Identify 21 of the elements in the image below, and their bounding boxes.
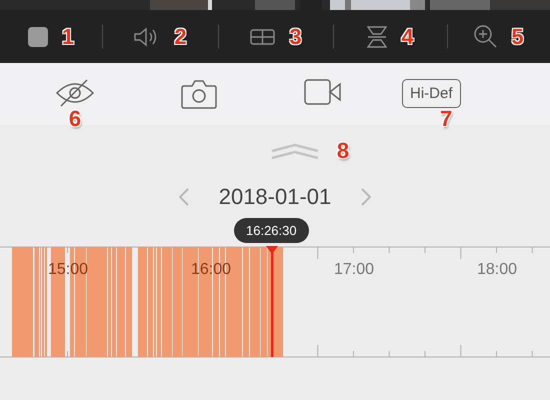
hour-label: 17:00 [334,261,374,278]
flip-icon[interactable] [367,26,388,48]
split-screen-icon[interactable] [250,28,276,44]
time-tooltip: 16:26:30 [234,218,309,242]
callout-number: 1 [62,26,74,48]
hour-label: 18:00 [476,261,518,278]
playhead-marker[interactable] [266,246,278,357]
video-camera-icon[interactable] [304,79,340,105]
callout-number: 6 [68,108,82,130]
callout-number: 7 [440,108,452,130]
callout-number: 4 [401,26,414,48]
callout-number: 8 [336,140,350,162]
zoom-in-icon[interactable] [474,25,498,48]
camera-icon[interactable] [180,79,216,109]
callout-number: 2 [174,26,187,48]
date-label: 2018-01-01 [218,184,332,210]
quality-button[interactable]: Hi-Def [402,79,461,108]
eye-slash-icon[interactable] [55,79,95,107]
stop-icon[interactable] [28,26,48,46]
callout-number: 5 [511,26,524,48]
callout-number: 3 [289,26,302,48]
